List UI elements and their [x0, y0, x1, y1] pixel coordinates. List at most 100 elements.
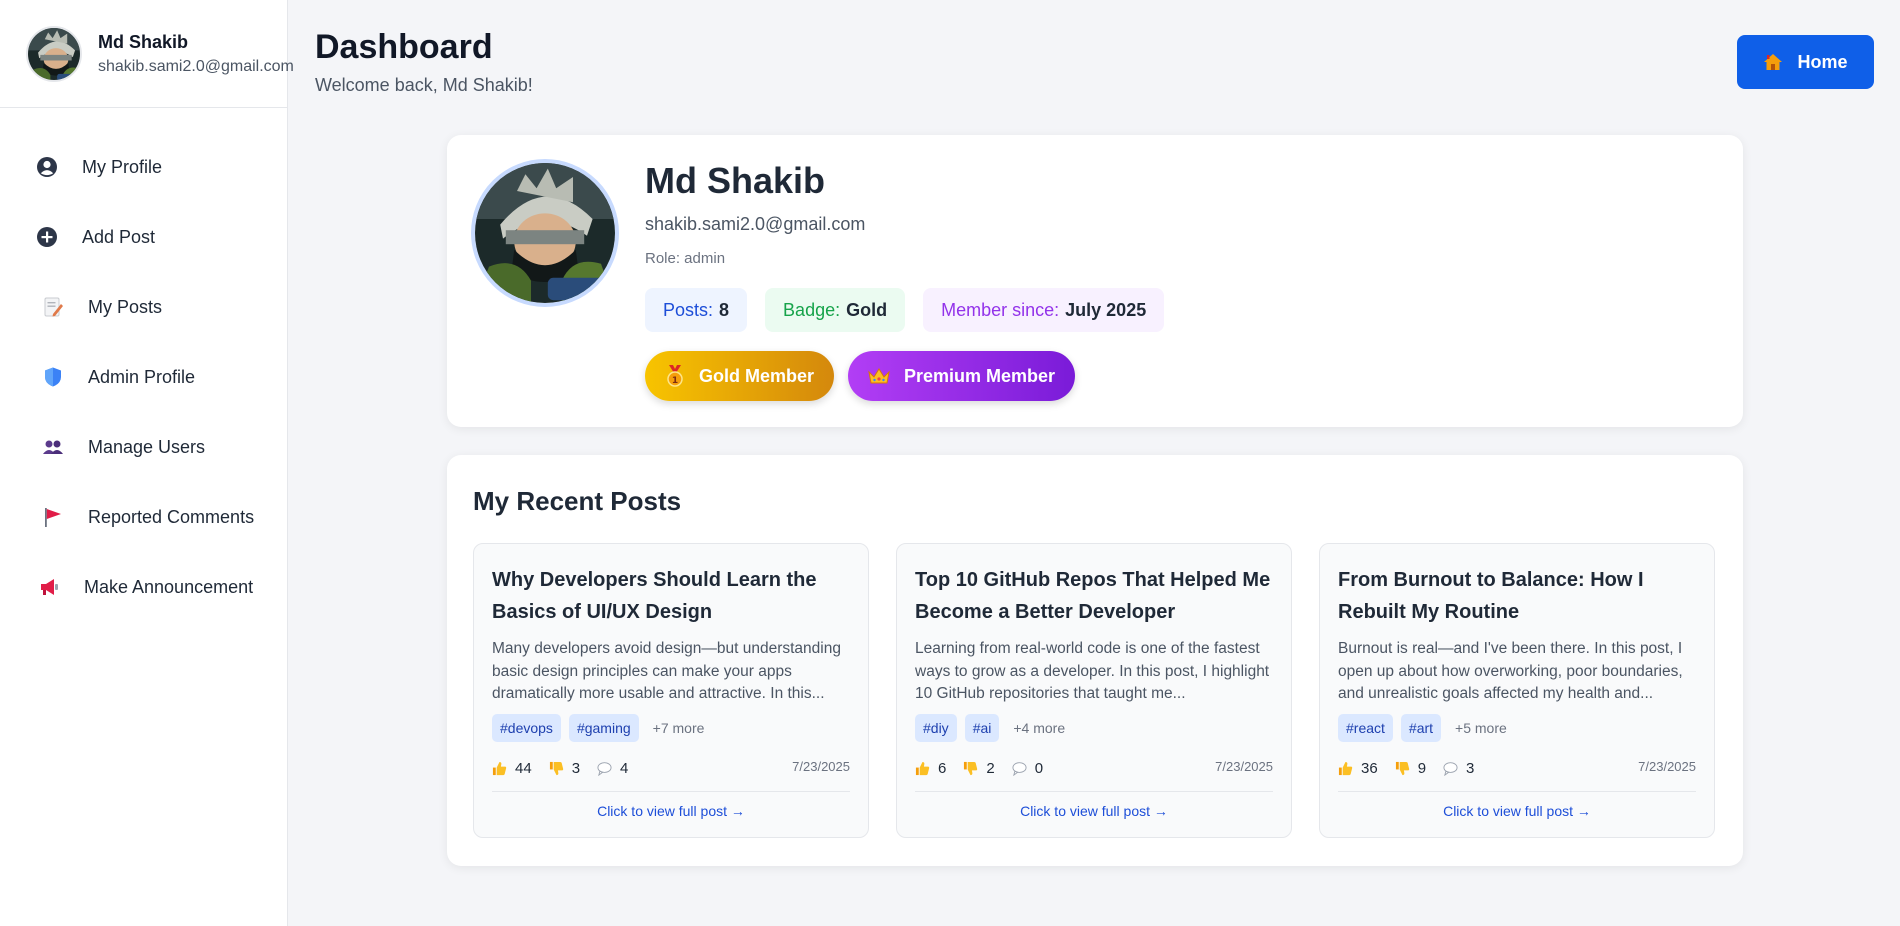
thumbs-up-icon	[492, 761, 507, 776]
post-tags: #devops #gaming +7 more	[492, 714, 704, 742]
flag-icon	[40, 504, 66, 530]
stat-value: Gold	[846, 299, 888, 320]
tag[interactable]: #ai	[964, 714, 1000, 742]
shield-icon	[40, 364, 66, 390]
thumbs-down-icon	[963, 761, 978, 776]
thumbs-down-icon	[549, 761, 564, 776]
likes-count: 36	[1361, 759, 1378, 777]
more-tags: +5 more	[1455, 720, 1507, 736]
house-icon	[1763, 52, 1783, 72]
thumbs-up-icon	[1338, 761, 1353, 776]
stat-label: Posts:	[663, 299, 714, 320]
post-title: From Burnout to Balance: How I Rebuilt M…	[1338, 569, 1644, 623]
likes-metric: 36	[1338, 760, 1378, 777]
post-card[interactable]: From Burnout to Balance: How I Rebuilt M…	[1319, 543, 1715, 838]
premium-member-badge[interactable]: Premium Member	[848, 351, 1076, 401]
comments-metric: 0	[1012, 760, 1043, 777]
tag[interactable]: #gaming	[568, 714, 639, 742]
badge-stat: Badge: Gold	[765, 288, 906, 332]
home-button-label: Home	[1797, 51, 1848, 72]
svg-text:1: 1	[672, 376, 678, 386]
comment-icon	[1012, 761, 1027, 776]
users-icon	[40, 434, 66, 460]
crown-icon	[868, 367, 890, 385]
tag[interactable]: #diy	[915, 714, 957, 742]
profile-role: Role: admin	[645, 250, 726, 267]
member-since-stat: Member since: July 2025	[923, 288, 1165, 332]
more-tags: +7 more	[652, 720, 705, 736]
stat-label: Badge:	[783, 299, 841, 320]
user-circle-icon	[34, 154, 60, 180]
sidebar-user-email: shakib.sami2.0@gmail.com	[98, 58, 294, 75]
plus-circle-icon	[34, 224, 60, 250]
stat-label: Member since:	[941, 299, 1060, 320]
sidebar-item-label: Admin Profile	[88, 366, 196, 387]
gold-member-badge[interactable]: 1 Gold Member	[645, 351, 835, 401]
post-excerpt: Many developers avoid design—but underst…	[492, 640, 841, 702]
view-full-post-link[interactable]: Click to view full post →	[915, 803, 1273, 819]
post-date: 7/23/2025	[1215, 759, 1273, 774]
badge-label: Gold Member	[699, 365, 815, 386]
tag[interactable]: #art	[1400, 714, 1442, 742]
sidebar-nav: My Profile Add Post My Posts Admin Profi…	[0, 108, 287, 622]
comments-metric: 4	[597, 760, 628, 777]
post-title: Top 10 GitHub Repos That Helped Me Becom…	[915, 569, 1271, 623]
likes-count: 44	[515, 759, 532, 777]
sidebar: Md Shakib shakib.sami2.0@gmail.com My Pr…	[0, 0, 294, 926]
recent-posts-card: My Recent Posts Why Developers Should Le…	[447, 455, 1743, 866]
dislikes-count: 3	[571, 759, 581, 777]
sidebar-item-manage-users[interactable]: Manage Users	[0, 412, 287, 482]
tag[interactable]: #devops	[492, 714, 561, 742]
stat-value: 8	[719, 299, 730, 320]
comments-count: 0	[1034, 759, 1044, 777]
sidebar-item-admin-profile[interactable]: Admin Profile	[0, 342, 287, 412]
dislikes-metric: 3	[549, 760, 580, 777]
memo-icon	[40, 294, 66, 320]
sidebar-item-my-profile[interactable]: My Profile	[0, 132, 287, 202]
sidebar-item-my-posts[interactable]: My Posts	[0, 272, 287, 342]
sidebar-item-add-post[interactable]: Add Post	[0, 202, 287, 272]
sidebar-item-reported-comments[interactable]: Reported Comments	[0, 482, 287, 552]
post-tags: #react #art +5 more	[1338, 714, 1507, 742]
sidebar-user-name: Md Shakib	[98, 32, 189, 52]
divider	[915, 791, 1273, 792]
sidebar-item-make-announcement[interactable]: Make Announcement	[0, 552, 287, 622]
profile-stats: Posts: 8 Badge: Gold Member since: July 202…	[645, 288, 1165, 332]
divider	[1338, 791, 1696, 792]
page-title: Dashboard	[315, 28, 493, 66]
post-metrics: 6 2 0 7/23/2025	[915, 756, 1273, 780]
medal-icon: 1	[665, 365, 685, 387]
post-card[interactable]: Top 10 GitHub Repos That Helped Me Becom…	[896, 543, 1292, 838]
post-card[interactable]: Why Developers Should Learn the Basics o…	[473, 543, 869, 838]
dislikes-count: 2	[986, 759, 995, 777]
comments-count: 3	[1466, 759, 1475, 777]
likes-metric: 6	[915, 760, 946, 777]
badge-label: Premium Member	[904, 365, 1056, 386]
stat-value: July 2025	[1065, 299, 1147, 320]
view-full-post-link[interactable]: Click to view full post →	[492, 803, 850, 819]
sidebar-user: Md Shakib shakib.sami2.0@gmail.com	[0, 0, 294, 108]
dislikes-count: 9	[1417, 759, 1427, 777]
more-tags: +4 more	[1013, 720, 1066, 736]
post-metrics: 36 9 3 7/23/2025	[1338, 756, 1696, 780]
home-button[interactable]: Home	[1737, 35, 1874, 89]
post-excerpt: Burnout is real—and I've been there. In …	[1338, 640, 1683, 702]
profile-name: Md Shakib	[645, 160, 826, 201]
thumbs-down-icon	[1395, 761, 1410, 776]
view-full-post-link[interactable]: Click to view full post →	[1338, 803, 1696, 819]
post-metrics: 44 3 4 7/23/2025	[492, 756, 850, 780]
divider	[492, 791, 850, 792]
sidebar-item-label: Make Announcement	[84, 576, 254, 597]
section-title: My Recent Posts	[473, 486, 682, 516]
dislikes-metric: 9	[1395, 760, 1426, 777]
sidebar-item-label: Add Post	[82, 226, 156, 247]
comments-count: 4	[620, 759, 629, 777]
sidebar-item-label: Reported Comments	[88, 506, 255, 527]
sidebar-item-label: My Profile	[82, 156, 163, 177]
tag[interactable]: #react	[1338, 714, 1393, 742]
posts-count-stat: Posts: 8	[645, 288, 748, 332]
post-excerpt: Learning from real-world code is one of …	[915, 640, 1270, 702]
post-tags: #diy #ai +4 more	[915, 714, 1065, 742]
profile-email: shakib.sami2.0@gmail.com	[645, 214, 866, 234]
comment-icon	[1443, 761, 1458, 776]
